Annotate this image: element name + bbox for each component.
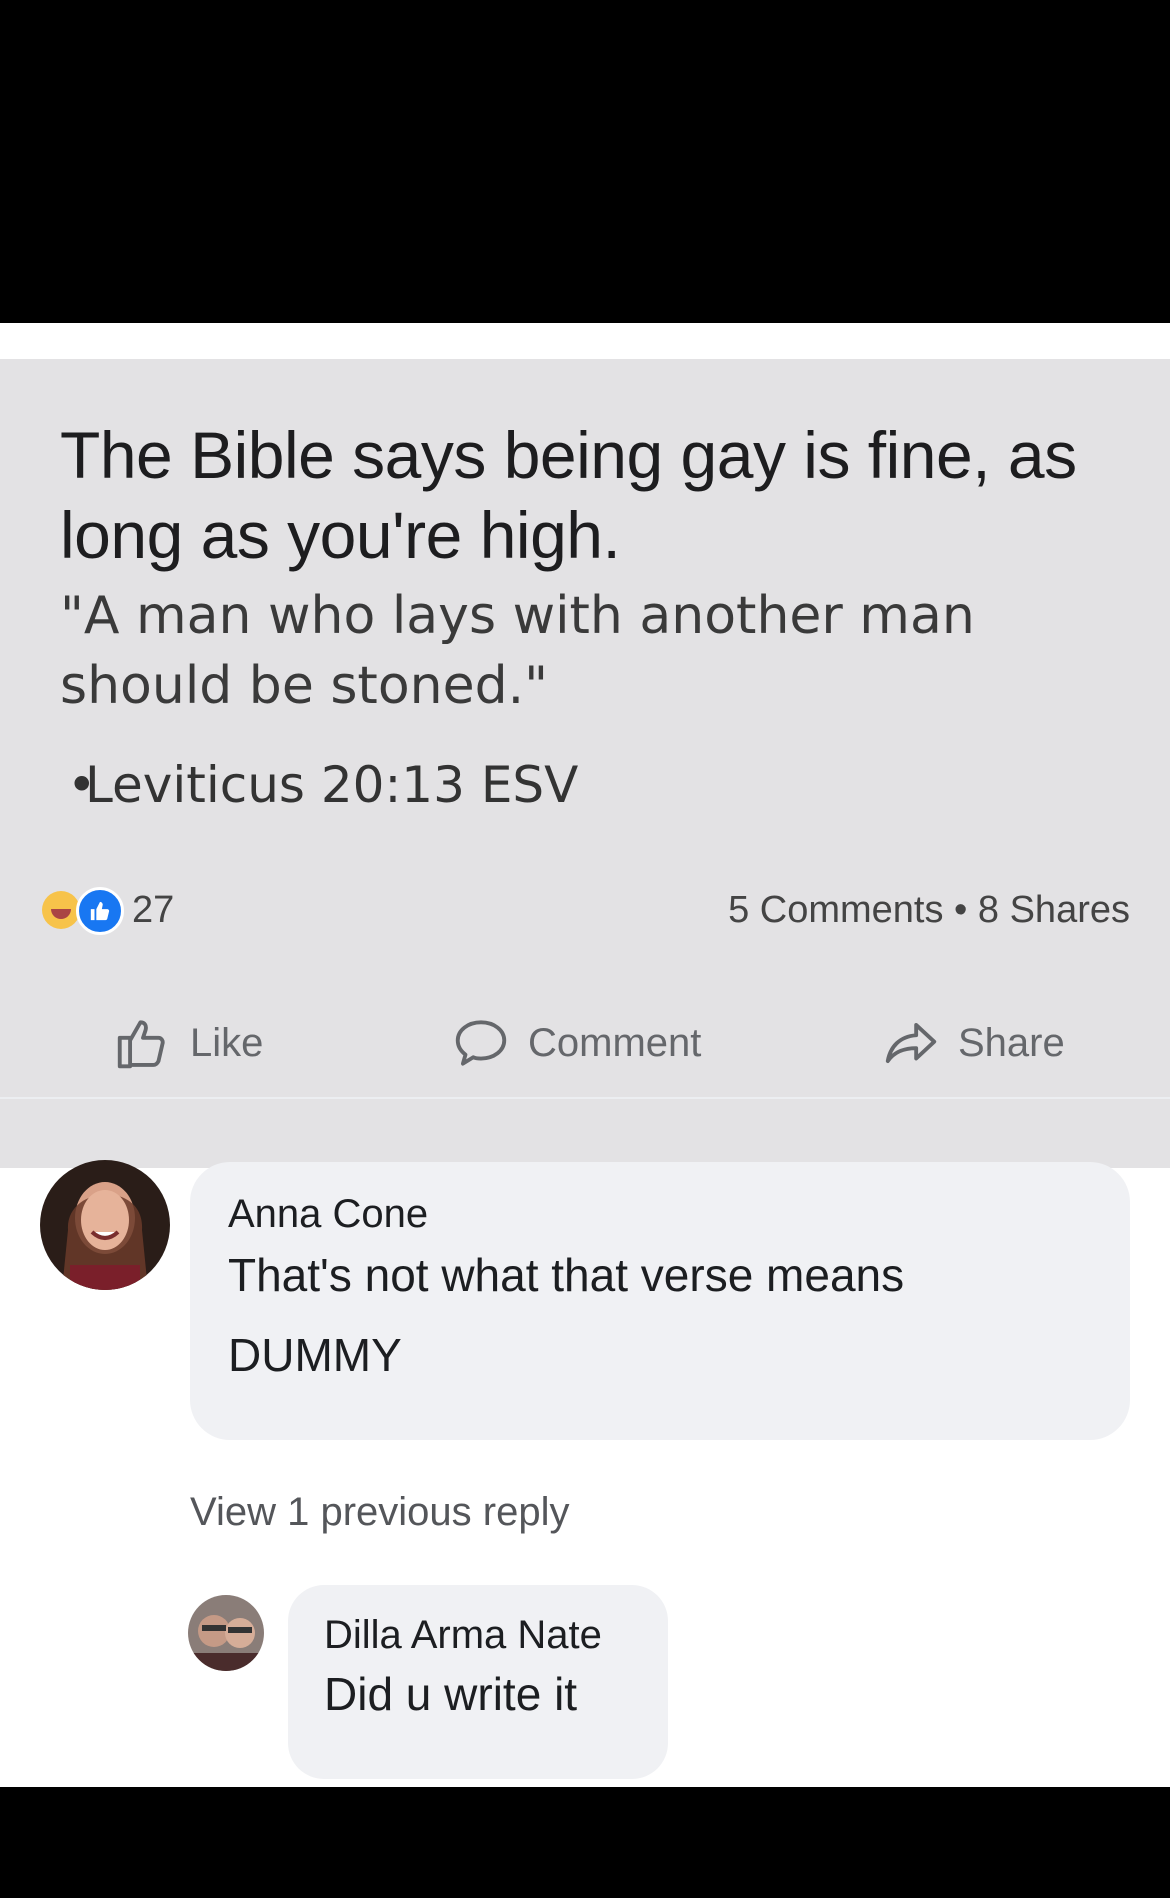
share-label: Share [958,1020,1065,1065]
reply-bubble: Dilla Arma Nate Did u write it [288,1585,668,1779]
post-actions-bar: Like Comment Share [0,993,1170,1099]
comment-button[interactable]: Comment [450,1013,701,1073]
reply-text: Did u write it [324,1668,578,1720]
haha-icon[interactable] [42,891,80,929]
share-button[interactable]: Share [880,1013,1065,1073]
comment-label: Comment [528,1020,702,1065]
bottom-black-bar [0,1787,1170,1898]
comment-bubble-icon [455,1020,507,1066]
avatar[interactable] [40,1160,170,1290]
comment-text-line-2: DUMMY [228,1329,402,1381]
facebook-post: The Bible says being gay is fine, as lon… [0,323,1170,1787]
post-headline: The Bible says being gay is fine, as lon… [60,418,1077,572]
reply-author[interactable]: Dilla Arma Nate [324,1613,602,1658]
like-icon[interactable] [76,887,124,935]
view-previous-replies-link[interactable]: View 1 previous reply [190,1490,569,1535]
citation-text: Leviticus 20:13 ESV [85,756,579,814]
top-black-bar [0,0,1170,323]
like-label: Like [190,1020,264,1065]
citation-bullet: • [67,756,97,814]
comments-shares-stats[interactable]: 5 Comments • 8 Shares [728,889,1130,932]
comment-bubble: Anna Cone That's not what that verse mea… [190,1162,1130,1440]
avatar[interactable] [188,1595,264,1671]
post-citation: • Leviticus 20:13 ESV [67,755,579,815]
thumbs-up-icon [117,1020,165,1069]
share-arrow-icon [885,1022,937,1064]
reaction-count[interactable]: 27 [132,889,174,932]
reactions-row: 27 5 Comments • 8 Shares [0,869,1170,949]
comment-text-line-1: That's not what that verse means [228,1249,905,1301]
like-button[interactable]: Like [112,1013,263,1073]
comment-author[interactable]: Anna Cone [228,1192,428,1237]
post-quote: "A man who lays with another man should … [60,586,975,716]
